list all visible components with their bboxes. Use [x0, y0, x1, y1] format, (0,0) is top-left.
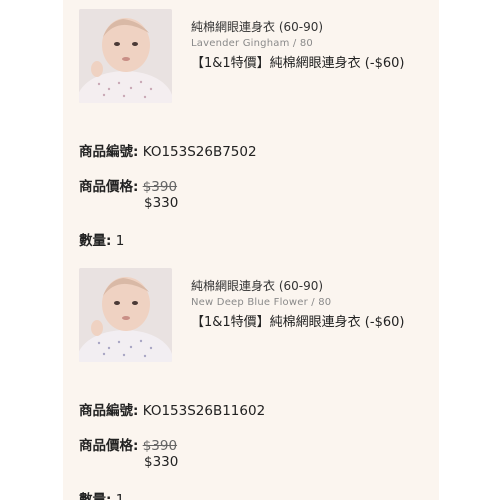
product-name[interactable]: 純棉網眼連身衣 (60-90) [191, 18, 323, 35]
product-variant: New Deep Blue Flower / 80 [191, 297, 332, 308]
promo-label: 【1&1特價】純棉網眼連身衣 (-$60) [191, 315, 405, 330]
product-code-value: KO153S26B11602 [142, 403, 266, 419]
product-code-value: KO153S26B7502 [142, 144, 257, 160]
original-price: $390 [142, 179, 178, 195]
product-code-row: 商品編號: KO153S26B11602 [79, 399, 265, 419]
product-code-label: 商品編號: [79, 144, 139, 160]
product-price-row: 商品價格: $390 [79, 434, 177, 454]
order-items-panel: 純棉網眼連身衣 (60-90) Lavender Gingham / 80 【1… [63, 0, 439, 500]
quantity-label: 數量: [79, 233, 112, 249]
product-image[interactable] [79, 9, 172, 103]
sale-price: $330 [144, 195, 179, 211]
quantity-value: 1 [115, 492, 125, 500]
sale-price: $330 [144, 454, 179, 470]
product-code-label: 商品編號: [79, 403, 139, 419]
product-image[interactable] [79, 268, 172, 362]
product-variant: Lavender Gingham / 80 [191, 38, 313, 49]
quantity-row: 數量: 1 [79, 229, 124, 249]
product-name[interactable]: 純棉網眼連身衣 (60-90) [191, 277, 323, 294]
product-code-row: 商品編號: KO153S26B7502 [79, 140, 257, 160]
promo-label: 【1&1特價】純棉網眼連身衣 (-$60) [191, 56, 405, 71]
product-price-label: 商品價格: [79, 179, 139, 195]
product-price-row: 商品價格: $390 [79, 175, 177, 195]
quantity-row: 數量: 1 [79, 488, 124, 500]
quantity-value: 1 [115, 233, 125, 249]
product-price-label: 商品價格: [79, 438, 139, 454]
original-price: $390 [142, 438, 178, 454]
quantity-label: 數量: [79, 492, 112, 500]
